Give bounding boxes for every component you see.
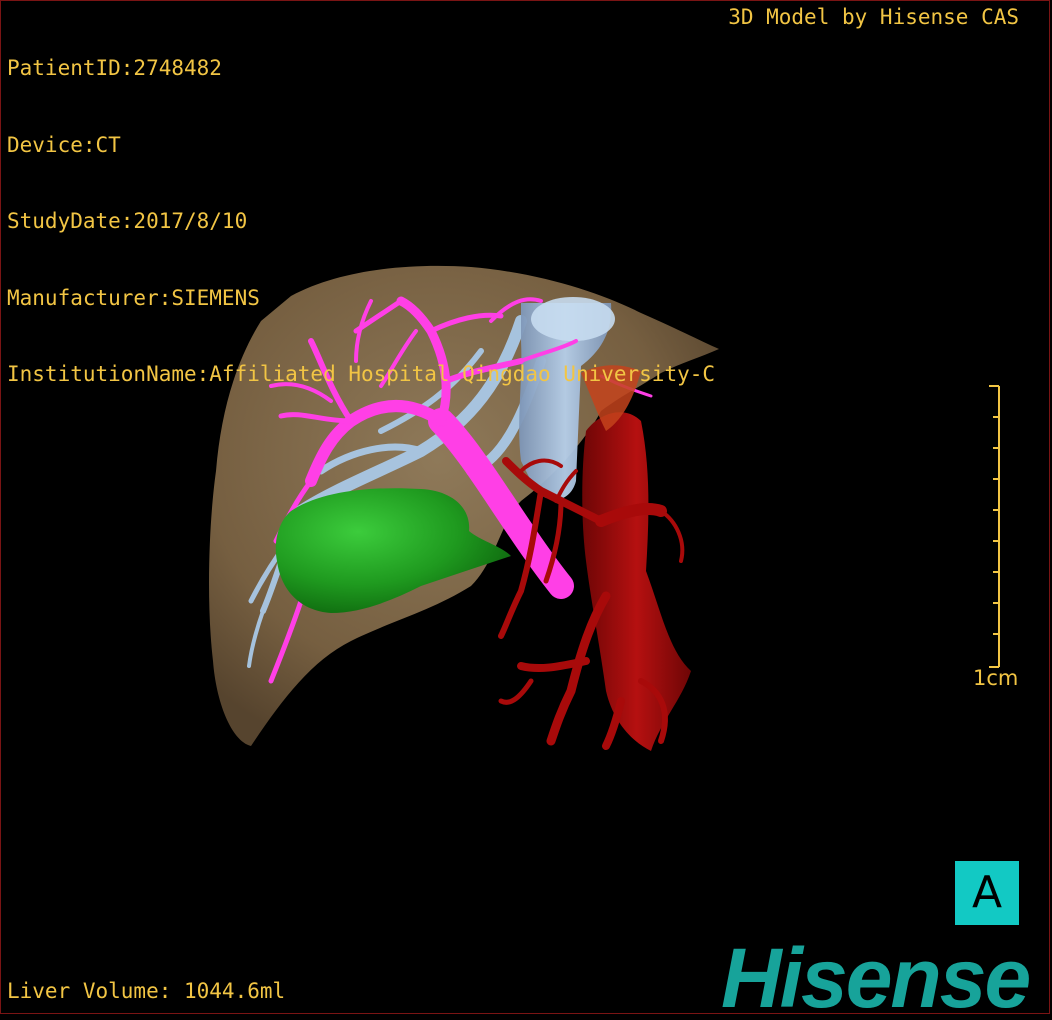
device: Device:CT (7, 132, 121, 157)
hisense-logo: Hisense (721, 933, 1031, 1015)
orientation-indicator[interactable]: A (955, 861, 1019, 925)
institution-name: InstitutionName:Affiliated Hospital Qing… (7, 362, 716, 386)
dicom-info: PatientID:2748482 Device:CT StudyDate:20… (7, 5, 715, 439)
patient-id: PatientID:2748482 (7, 56, 222, 80)
manufacturer: Manufacturer:SIEMENS (7, 285, 260, 310)
model-credit: 3D Model by Hisense CAS (728, 5, 1019, 29)
3d-viewport[interactable]: PatientID:2748482 Device:CT StudyDate:20… (0, 0, 1050, 1015)
orientation-label: A (971, 867, 1003, 918)
liver-volume: Liver Volume: 1044.6ml (7, 979, 286, 1003)
svg-text:Hisense: Hisense (721, 933, 1029, 1015)
scale-label: 1cm (973, 666, 1019, 690)
scale-bar (989, 385, 1000, 668)
study-date: StudyDate:2017/8/10 (7, 209, 248, 233)
aorta (582, 412, 691, 751)
